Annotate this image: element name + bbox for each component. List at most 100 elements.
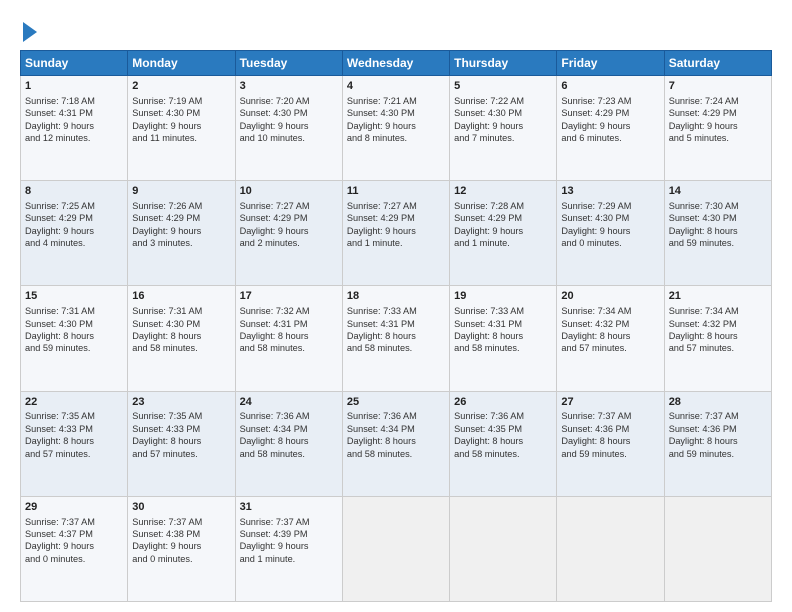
day-info-line: Sunset: 4:33 PM bbox=[25, 423, 123, 435]
day-info-line: and 57 minutes. bbox=[25, 448, 123, 460]
day-number: 26 bbox=[454, 395, 552, 410]
day-info-line: Sunset: 4:29 PM bbox=[561, 107, 659, 119]
day-cell: 7Sunrise: 7:24 AMSunset: 4:29 PMDaylight… bbox=[664, 76, 771, 181]
day-info-line: and 0 minutes. bbox=[132, 553, 230, 565]
day-cell: 15Sunrise: 7:31 AMSunset: 4:30 PMDayligh… bbox=[21, 286, 128, 391]
day-cell: 14Sunrise: 7:30 AMSunset: 4:30 PMDayligh… bbox=[664, 181, 771, 286]
day-info-line: Sunrise: 7:37 AM bbox=[240, 516, 338, 528]
day-info-line: Sunrise: 7:20 AM bbox=[240, 95, 338, 107]
day-info-line: Sunrise: 7:24 AM bbox=[669, 95, 767, 107]
day-number: 3 bbox=[240, 79, 338, 94]
day-info-line: and 57 minutes. bbox=[561, 342, 659, 354]
day-info-line: Sunset: 4:30 PM bbox=[25, 318, 123, 330]
day-info-line: Daylight: 8 hours bbox=[669, 435, 767, 447]
day-cell bbox=[664, 496, 771, 601]
calendar-page: SundayMondayTuesdayWednesdayThursdayFrid… bbox=[0, 0, 792, 612]
day-info-line: and 1 minute. bbox=[347, 237, 445, 249]
day-info-line: and 6 minutes. bbox=[561, 132, 659, 144]
day-number: 27 bbox=[561, 395, 659, 410]
day-info-line: Sunset: 4:29 PM bbox=[132, 212, 230, 224]
day-number: 24 bbox=[240, 395, 338, 410]
day-number: 11 bbox=[347, 184, 445, 199]
day-info-line: Daylight: 9 hours bbox=[454, 120, 552, 132]
day-info-line: Sunrise: 7:33 AM bbox=[347, 305, 445, 317]
day-info-line: and 4 minutes. bbox=[25, 237, 123, 249]
day-number: 8 bbox=[25, 184, 123, 199]
day-number: 22 bbox=[25, 395, 123, 410]
day-info-line: Sunrise: 7:31 AM bbox=[25, 305, 123, 317]
day-number: 13 bbox=[561, 184, 659, 199]
week-row-3: 15Sunrise: 7:31 AMSunset: 4:30 PMDayligh… bbox=[21, 286, 772, 391]
day-info-line: Sunset: 4:34 PM bbox=[240, 423, 338, 435]
day-info-line: Sunset: 4:32 PM bbox=[561, 318, 659, 330]
day-info-line: Daylight: 9 hours bbox=[132, 540, 230, 552]
week-row-1: 1Sunrise: 7:18 AMSunset: 4:31 PMDaylight… bbox=[21, 76, 772, 181]
day-info-line: Daylight: 9 hours bbox=[132, 120, 230, 132]
day-info-line: Sunrise: 7:35 AM bbox=[25, 410, 123, 422]
day-info-line: Sunset: 4:30 PM bbox=[132, 318, 230, 330]
day-cell: 9Sunrise: 7:26 AMSunset: 4:29 PMDaylight… bbox=[128, 181, 235, 286]
day-info-line: Sunrise: 7:31 AM bbox=[132, 305, 230, 317]
day-info-line: Sunrise: 7:30 AM bbox=[669, 200, 767, 212]
day-info-line: and 58 minutes. bbox=[347, 342, 445, 354]
day-info-line: Daylight: 9 hours bbox=[25, 540, 123, 552]
day-cell: 30Sunrise: 7:37 AMSunset: 4:38 PMDayligh… bbox=[128, 496, 235, 601]
day-info-line: Daylight: 8 hours bbox=[669, 330, 767, 342]
day-info-line: Sunset: 4:36 PM bbox=[561, 423, 659, 435]
day-info-line: and 3 minutes. bbox=[132, 237, 230, 249]
day-number: 30 bbox=[132, 500, 230, 515]
day-info-line: Sunrise: 7:37 AM bbox=[561, 410, 659, 422]
day-info-line: Daylight: 8 hours bbox=[132, 435, 230, 447]
day-info-line: Daylight: 9 hours bbox=[25, 225, 123, 237]
day-info-line: Sunrise: 7:29 AM bbox=[561, 200, 659, 212]
day-info-line: and 12 minutes. bbox=[25, 132, 123, 144]
col-header-saturday: Saturday bbox=[664, 51, 771, 76]
day-info-line: Sunset: 4:29 PM bbox=[454, 212, 552, 224]
day-cell bbox=[450, 496, 557, 601]
day-info-line: Sunset: 4:39 PM bbox=[240, 528, 338, 540]
day-cell: 16Sunrise: 7:31 AMSunset: 4:30 PMDayligh… bbox=[128, 286, 235, 391]
day-info-line: Sunrise: 7:28 AM bbox=[454, 200, 552, 212]
day-info-line: Daylight: 8 hours bbox=[669, 225, 767, 237]
day-info-line: Sunset: 4:30 PM bbox=[347, 107, 445, 119]
day-info-line: Daylight: 8 hours bbox=[347, 330, 445, 342]
col-header-tuesday: Tuesday bbox=[235, 51, 342, 76]
day-number: 31 bbox=[240, 500, 338, 515]
day-info-line: and 58 minutes. bbox=[240, 448, 338, 460]
day-info-line: Sunrise: 7:21 AM bbox=[347, 95, 445, 107]
day-number: 10 bbox=[240, 184, 338, 199]
day-info-line: and 57 minutes. bbox=[132, 448, 230, 460]
day-number: 6 bbox=[561, 79, 659, 94]
day-info-line: Daylight: 9 hours bbox=[240, 540, 338, 552]
day-cell: 22Sunrise: 7:35 AMSunset: 4:33 PMDayligh… bbox=[21, 391, 128, 496]
day-info-line: Sunrise: 7:32 AM bbox=[240, 305, 338, 317]
day-info-line: Daylight: 8 hours bbox=[454, 435, 552, 447]
day-info-line: Sunset: 4:29 PM bbox=[669, 107, 767, 119]
day-cell: 29Sunrise: 7:37 AMSunset: 4:37 PMDayligh… bbox=[21, 496, 128, 601]
day-info-line: Sunrise: 7:37 AM bbox=[132, 516, 230, 528]
day-number: 23 bbox=[132, 395, 230, 410]
day-number: 2 bbox=[132, 79, 230, 94]
day-number: 1 bbox=[25, 79, 123, 94]
header-row: SundayMondayTuesdayWednesdayThursdayFrid… bbox=[21, 51, 772, 76]
day-info-line: Sunset: 4:30 PM bbox=[132, 107, 230, 119]
day-info-line: and 0 minutes. bbox=[561, 237, 659, 249]
day-number: 21 bbox=[669, 289, 767, 304]
day-number: 12 bbox=[454, 184, 552, 199]
day-number: 19 bbox=[454, 289, 552, 304]
calendar-table: SundayMondayTuesdayWednesdayThursdayFrid… bbox=[20, 50, 772, 602]
day-cell: 3Sunrise: 7:20 AMSunset: 4:30 PMDaylight… bbox=[235, 76, 342, 181]
day-info-line: Sunset: 4:35 PM bbox=[454, 423, 552, 435]
day-info-line: Sunrise: 7:27 AM bbox=[347, 200, 445, 212]
day-info-line: and 7 minutes. bbox=[454, 132, 552, 144]
day-info-line: Daylight: 9 hours bbox=[454, 225, 552, 237]
day-info-line: Sunset: 4:36 PM bbox=[669, 423, 767, 435]
day-info-line: Sunrise: 7:34 AM bbox=[561, 305, 659, 317]
day-info-line: Sunset: 4:38 PM bbox=[132, 528, 230, 540]
day-info-line: Daylight: 8 hours bbox=[347, 435, 445, 447]
day-info-line: Daylight: 9 hours bbox=[347, 120, 445, 132]
day-cell: 27Sunrise: 7:37 AMSunset: 4:36 PMDayligh… bbox=[557, 391, 664, 496]
day-info-line: Sunrise: 7:37 AM bbox=[669, 410, 767, 422]
day-info-line: Sunrise: 7:26 AM bbox=[132, 200, 230, 212]
col-header-thursday: Thursday bbox=[450, 51, 557, 76]
